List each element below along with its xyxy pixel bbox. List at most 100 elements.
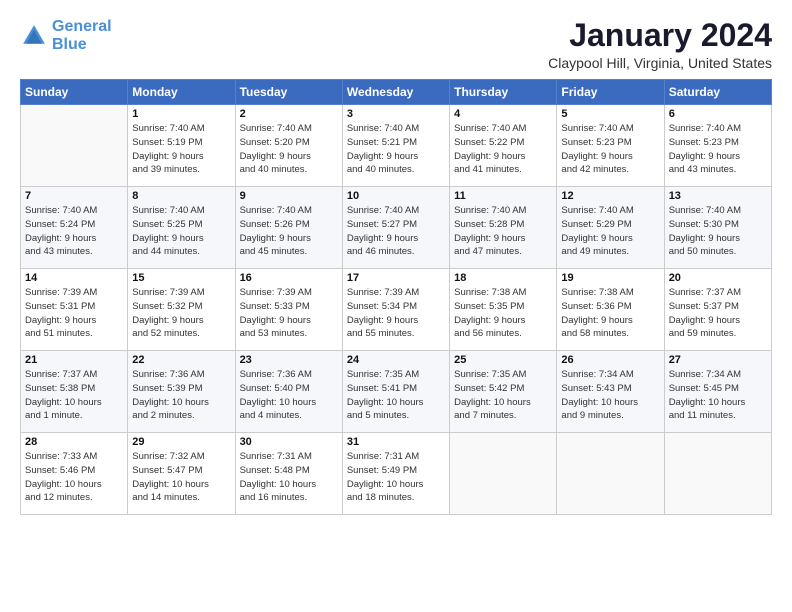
day-cell [450, 433, 557, 515]
day-info: Sunrise: 7:31 AMSunset: 5:48 PMDaylight:… [240, 450, 338, 505]
day-cell: 30Sunrise: 7:31 AMSunset: 5:48 PMDayligh… [235, 433, 342, 515]
day-info: Sunrise: 7:37 AMSunset: 5:38 PMDaylight:… [25, 368, 123, 423]
day-cell: 10 Sunrise: 7:40 AMSunset: 5:27 PMDayligh… [342, 187, 449, 269]
day-info: Sunrise: 7:38 AMSunset: 5:35 PMDaylight:… [454, 286, 552, 341]
day-number: 23 [240, 354, 338, 366]
page: General Blue January 2024 Claypool Hill,… [0, 0, 792, 612]
week-row-5: 28 Sunrise: 7:33 AMSunset: 5:46 PMDayligh… [21, 433, 772, 515]
day-cell: 4 Sunrise: 7:40 AMSunset: 5:22 PMDaylight… [450, 105, 557, 187]
day-cell: 18 Sunrise: 7:38 AMSunset: 5:35 PMDayligh… [450, 269, 557, 351]
day-number: 28 [25, 436, 123, 448]
weekday-header-sunday: Sunday [21, 80, 128, 105]
day-info: Sunrise: 7:40 AMSunset: 5:26 PMDaylight:… [240, 204, 338, 259]
day-number: 4 [454, 108, 552, 120]
day-number: 10 [347, 190, 445, 202]
weekday-header-thursday: Thursday [450, 80, 557, 105]
logo: General Blue [20, 18, 112, 53]
day-number: 3 [347, 108, 445, 120]
day-number: 15 [132, 272, 230, 284]
day-cell: 23 Sunrise: 7:36 AMSunset: 5:40 PMDayligh… [235, 351, 342, 433]
day-cell: 22Sunrise: 7:36 AMSunset: 5:39 PMDayligh… [128, 351, 235, 433]
day-info: Sunrise: 7:32 AMSunset: 5:47 PMDaylight:… [132, 450, 230, 505]
day-number: 22 [132, 354, 230, 366]
day-info: Sunrise: 7:35 AMSunset: 5:42 PMDaylight:… [454, 368, 552, 423]
day-number: 8 [132, 190, 230, 202]
day-info: Sunrise: 7:33 AMSunset: 5:46 PMDaylight:… [25, 450, 123, 505]
day-number: 12 [561, 190, 659, 202]
week-row-1: 1 Sunrise: 7:40 AMSunset: 5:19 PMDaylight… [21, 105, 772, 187]
day-number: 26 [561, 354, 659, 366]
weekday-header-wednesday: Wednesday [342, 80, 449, 105]
day-info: Sunrise: 7:34 AMSunset: 5:43 PMDaylight:… [561, 368, 659, 423]
day-info: Sunrise: 7:40 AMSunset: 5:21 PMDaylight:… [347, 122, 445, 177]
day-number: 27 [669, 354, 767, 366]
day-cell: 28 Sunrise: 7:33 AMSunset: 5:46 PMDayligh… [21, 433, 128, 515]
logo-line2: Blue [52, 36, 87, 53]
week-row-2: 7Sunrise: 7:40 AMSunset: 5:24 PMDaylight… [21, 187, 772, 269]
day-number: 29 [132, 436, 230, 448]
day-cell: 2Sunrise: 7:40 AMSunset: 5:20 PMDaylight… [235, 105, 342, 187]
day-number: 19 [561, 272, 659, 284]
day-number: 14 [25, 272, 123, 284]
day-number: 11 [454, 190, 552, 202]
day-info: Sunrise: 7:40 AMSunset: 5:23 PMDaylight:… [561, 122, 659, 177]
day-cell: 7Sunrise: 7:40 AMSunset: 5:24 PMDaylight… [21, 187, 128, 269]
day-info: Sunrise: 7:39 AMSunset: 5:34 PMDaylight:… [347, 286, 445, 341]
day-number: 5 [561, 108, 659, 120]
day-info: Sunrise: 7:40 AMSunset: 5:24 PMDaylight:… [25, 204, 123, 259]
logo-text: General Blue [52, 18, 112, 53]
day-cell: 19Sunrise: 7:38 AMSunset: 5:36 PMDayligh… [557, 269, 664, 351]
subtitle: Claypool Hill, Virginia, United States [548, 55, 772, 71]
day-info: Sunrise: 7:40 AMSunset: 5:28 PMDaylight:… [454, 204, 552, 259]
day-info: Sunrise: 7:31 AMSunset: 5:49 PMDaylight:… [347, 450, 445, 505]
day-cell: 24Sunrise: 7:35 AMSunset: 5:41 PMDayligh… [342, 351, 449, 433]
weekday-header-monday: Monday [128, 80, 235, 105]
main-title: January 2024 [548, 18, 772, 53]
day-cell: 17 Sunrise: 7:39 AMSunset: 5:34 PMDayligh… [342, 269, 449, 351]
day-cell [21, 105, 128, 187]
weekday-header-saturday: Saturday [664, 80, 771, 105]
day-info: Sunrise: 7:40 AMSunset: 5:29 PMDaylight:… [561, 204, 659, 259]
day-cell: 25 Sunrise: 7:35 AMSunset: 5:42 PMDayligh… [450, 351, 557, 433]
day-number: 6 [669, 108, 767, 120]
day-cell: 1 Sunrise: 7:40 AMSunset: 5:19 PMDaylight… [128, 105, 235, 187]
day-info: Sunrise: 7:40 AMSunset: 5:27 PMDaylight:… [347, 204, 445, 259]
day-cell: 16 Sunrise: 7:39 AMSunset: 5:33 PMDayligh… [235, 269, 342, 351]
day-number: 1 [132, 108, 230, 120]
weekday-header-tuesday: Tuesday [235, 80, 342, 105]
day-cell: 5 Sunrise: 7:40 AMSunset: 5:23 PMDaylight… [557, 105, 664, 187]
day-info: Sunrise: 7:37 AMSunset: 5:37 PMDaylight:… [669, 286, 767, 341]
day-number: 18 [454, 272, 552, 284]
day-info: Sunrise: 7:40 AMSunset: 5:25 PMDaylight:… [132, 204, 230, 259]
day-info: Sunrise: 7:40 AMSunset: 5:23 PMDaylight:… [669, 122, 767, 177]
title-block: January 2024 Claypool Hill, Virginia, Un… [548, 18, 772, 71]
day-cell: 26 Sunrise: 7:34 AMSunset: 5:43 PMDayligh… [557, 351, 664, 433]
day-info: Sunrise: 7:40 AMSunset: 5:22 PMDaylight:… [454, 122, 552, 177]
day-cell: 9Sunrise: 7:40 AMSunset: 5:26 PMDaylight… [235, 187, 342, 269]
day-cell [557, 433, 664, 515]
day-info: Sunrise: 7:39 AMSunset: 5:31 PMDaylight:… [25, 286, 123, 341]
day-cell: 31 Sunrise: 7:31 AMSunset: 5:49 PMDayligh… [342, 433, 449, 515]
day-info: Sunrise: 7:39 AMSunset: 5:33 PMDaylight:… [240, 286, 338, 341]
day-number: 25 [454, 354, 552, 366]
day-info: Sunrise: 7:40 AMSunset: 5:19 PMDaylight:… [132, 122, 230, 177]
day-number: 17 [347, 272, 445, 284]
day-info: Sunrise: 7:36 AMSunset: 5:40 PMDaylight:… [240, 368, 338, 423]
day-cell: 14 Sunrise: 7:39 AMSunset: 5:31 PMDayligh… [21, 269, 128, 351]
day-number: 16 [240, 272, 338, 284]
day-cell: 13Sunrise: 7:40 AMSunset: 5:30 PMDayligh… [664, 187, 771, 269]
day-cell: 20 Sunrise: 7:37 AMSunset: 5:37 PMDayligh… [664, 269, 771, 351]
day-cell [664, 433, 771, 515]
day-cell: 8 Sunrise: 7:40 AMSunset: 5:25 PMDaylight… [128, 187, 235, 269]
day-info: Sunrise: 7:40 AMSunset: 5:20 PMDaylight:… [240, 122, 338, 177]
logo-line1: General [52, 18, 112, 35]
day-number: 20 [669, 272, 767, 284]
day-number: 31 [347, 436, 445, 448]
day-cell: 6 Sunrise: 7:40 AMSunset: 5:23 PMDaylight… [664, 105, 771, 187]
week-row-3: 14 Sunrise: 7:39 AMSunset: 5:31 PMDayligh… [21, 269, 772, 351]
logo-icon [20, 22, 48, 50]
day-cell: 29 Sunrise: 7:32 AMSunset: 5:47 PMDayligh… [128, 433, 235, 515]
day-cell: 3 Sunrise: 7:40 AMSunset: 5:21 PMDaylight… [342, 105, 449, 187]
week-row-4: 21Sunrise: 7:37 AMSunset: 5:38 PMDayligh… [21, 351, 772, 433]
weekday-header-friday: Friday [557, 80, 664, 105]
